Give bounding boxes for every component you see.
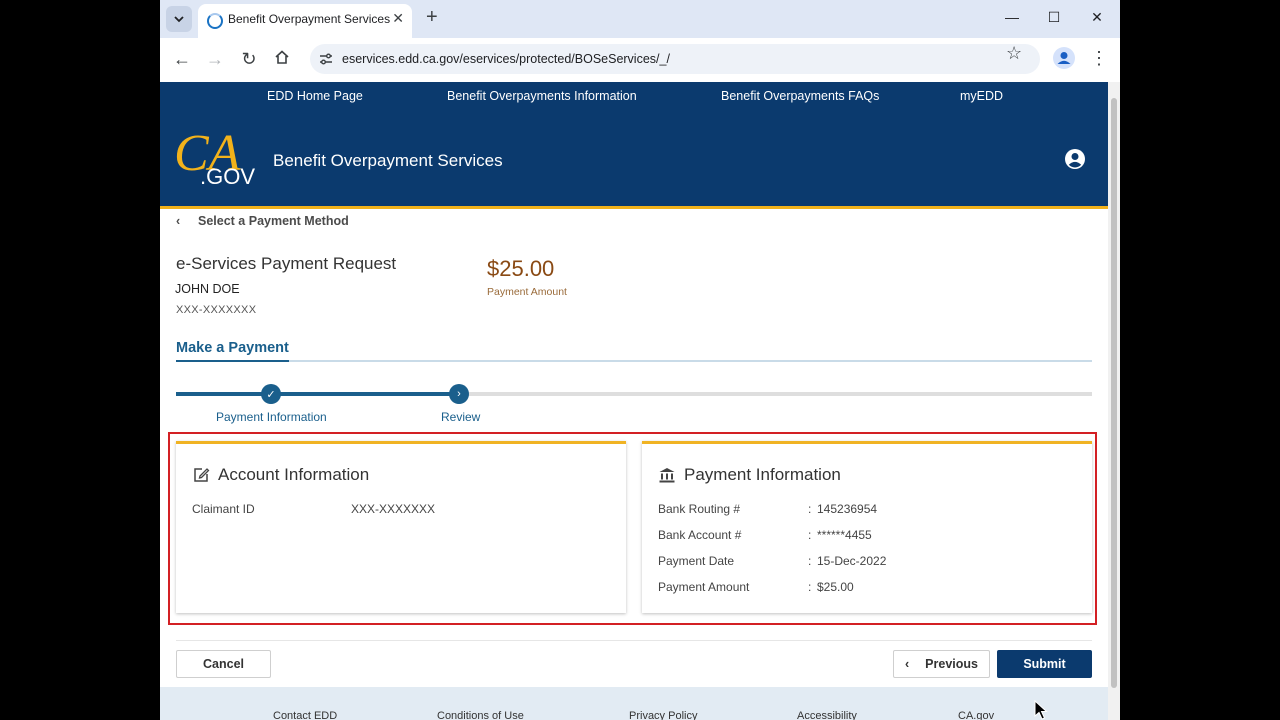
back-link-label: Select a Payment Method	[198, 214, 349, 228]
chevron-left-icon: ‹	[176, 214, 181, 228]
chevron-down-icon	[174, 16, 184, 23]
chevron-left-icon: ‹	[905, 657, 910, 671]
page-scrollbar[interactable]	[1108, 82, 1120, 720]
submit-button[interactable]: Submit	[997, 650, 1092, 678]
payment-date-value: 15-Dec-2022	[817, 554, 887, 568]
separator: :	[808, 502, 812, 516]
previous-button[interactable]: ‹ Previous	[893, 650, 990, 678]
footer-ca-gov[interactable]: CA.gov	[958, 710, 994, 720]
payment-amount-row-label: Payment Amount	[658, 580, 750, 594]
footer-accessibility[interactable]: Accessibility	[797, 710, 857, 720]
site-info-icon[interactable]	[318, 51, 334, 67]
footer-contact-edd[interactable]: Contact EDD	[273, 710, 337, 720]
maximize-icon[interactable]: ☐	[1044, 9, 1064, 26]
loading-favicon-icon	[207, 13, 223, 29]
separator: :	[808, 580, 812, 594]
footer-privacy-policy[interactable]: Privacy Policy	[629, 710, 697, 720]
reload-icon[interactable]: ↻	[237, 48, 261, 70]
forward-arrow-icon[interactable]: →	[203, 48, 227, 70]
footer-conditions-of-use[interactable]: Conditions of Use	[437, 710, 524, 720]
nav-overpayments-info[interactable]: Benefit Overpayments Information	[447, 89, 637, 103]
account-information-card: Account Information Claimant ID XXX-XXXX…	[176, 441, 626, 613]
claimant-id-value: XXX-XXXXXXX	[351, 502, 436, 516]
home-icon[interactable]	[270, 48, 294, 70]
tab-title: Benefit Overpayment Services	[228, 12, 391, 26]
mouse-cursor-icon	[1034, 700, 1048, 720]
logo-gov-text: .GOV	[200, 164, 255, 189]
browser-tab[interactable]: Benefit Overpayment Services ✕	[198, 4, 412, 38]
payment-information-card: Payment Information Bank Routing # : 145…	[642, 441, 1092, 613]
tab-close-icon[interactable]: ✕	[392, 10, 404, 27]
claimant-id: XXX-XXXXXXX	[176, 304, 257, 316]
separator: :	[808, 528, 812, 542]
payment-amount-row-value: $25.00	[817, 580, 854, 594]
step-label-payment-information: Payment Information	[216, 410, 327, 424]
bank-routing-label: Bank Routing #	[658, 502, 741, 516]
edit-icon	[194, 468, 210, 482]
nav-overpayments-faqs[interactable]: Benefit Overpayments FAQs	[721, 89, 879, 103]
separator: :	[808, 554, 812, 568]
account-card-title: Account Information	[218, 465, 370, 484]
web-page: EDD Home Page Benefit Overpayments Infor…	[160, 82, 1108, 720]
new-tab-icon[interactable]: +	[426, 7, 438, 27]
ca-gov-logo[interactable]: CA .GOV	[174, 126, 260, 190]
nav-myedd[interactable]: myEDD	[960, 89, 1003, 103]
previous-button-label: Previous	[925, 657, 978, 671]
payment-amount: $25.00	[487, 256, 555, 281]
tab-search-button[interactable]	[166, 6, 192, 32]
back-link[interactable]: ‹ Select a Payment Method	[176, 214, 349, 228]
minimize-icon[interactable]: —	[1002, 9, 1022, 25]
user-account-icon[interactable]	[1064, 148, 1086, 170]
bank-routing-value: 145236954	[817, 502, 878, 516]
top-navigation: EDD Home Page Benefit Overpayments Infor…	[160, 82, 1108, 110]
claimant-id-label: Claimant ID	[192, 502, 255, 516]
browser-toolbar: ← → ↻ eservices.edd.ca.gov/eservices/pro…	[160, 38, 1120, 83]
payment-amount-label: Payment Amount	[487, 286, 567, 298]
bank-account-value: ******4455	[817, 528, 872, 542]
claimant-name: JOHN DOE	[175, 282, 240, 296]
step-current-chevron-icon: ›	[449, 384, 469, 404]
window-close-icon[interactable]: ✕	[1087, 9, 1107, 26]
payment-date-label: Payment Date	[658, 554, 735, 568]
scrollbar-thumb[interactable]	[1111, 98, 1117, 688]
bank-account-label: Bank Account #	[658, 528, 742, 542]
section-title: Make a Payment	[176, 340, 289, 356]
back-arrow-icon[interactable]: ←	[170, 48, 194, 70]
bank-icon	[659, 468, 675, 483]
browser-menu-icon[interactable]: ⋮	[1090, 47, 1108, 69]
site-title: Benefit Overpayment Services	[273, 151, 503, 170]
browser-window: Benefit Overpayment Services ✕ + — ☐ ✕ ←…	[160, 0, 1120, 720]
address-bar[interactable]: eservices.edd.ca.gov/eservices/protected…	[310, 44, 1040, 74]
stepper-progress	[176, 392, 458, 396]
payment-card-title: Payment Information	[684, 465, 841, 484]
tab-strip: Benefit Overpayment Services ✕ + — ☐ ✕	[160, 0, 1120, 38]
cancel-button[interactable]: Cancel	[176, 650, 271, 678]
profile-avatar-icon[interactable]	[1053, 47, 1075, 69]
site-footer: Contact EDD Conditions of Use Privacy Po…	[160, 687, 1108, 720]
site-header: CA .GOV Benefit Overpayment Services	[160, 110, 1108, 209]
bookmark-star-icon[interactable]: ☆	[1006, 43, 1022, 64]
request-title: e-Services Payment Request	[176, 254, 397, 273]
step-complete-check-icon: ✓	[261, 384, 281, 404]
section-underline	[176, 360, 1092, 362]
step-label-review: Review	[441, 410, 481, 424]
actions-divider	[176, 640, 1092, 641]
url-text: eservices.edd.ca.gov/eservices/protected…	[342, 52, 670, 66]
nav-edd-home[interactable]: EDD Home Page	[267, 89, 363, 103]
